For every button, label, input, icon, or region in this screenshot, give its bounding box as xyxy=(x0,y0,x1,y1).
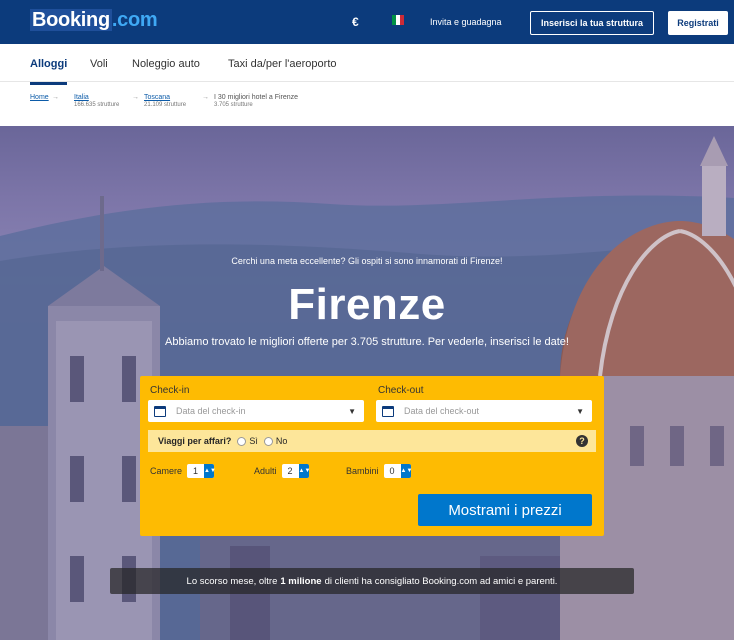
breadcrumb-separator: → xyxy=(132,94,139,101)
children-select[interactable]: 0 ▲▼ xyxy=(383,464,412,478)
tab-car-rental[interactable]: Noleggio auto xyxy=(132,58,200,70)
business-travel-row: Viaggi per affari? Sì No ? xyxy=(148,430,596,452)
business-yes-radio[interactable] xyxy=(237,436,247,446)
checkin-label: Check-in xyxy=(150,385,190,396)
tab-airport-taxi[interactable]: Taxi da/per l'aeroporto xyxy=(228,58,337,70)
hero-subtitle: Abbiamo trovato le migliori offerte per … xyxy=(165,336,569,348)
invite-link[interactable]: Invita e guadagna xyxy=(430,17,502,27)
breadcrumb-separator: → xyxy=(202,94,209,101)
logo-text-suffix: .com xyxy=(111,9,158,31)
rooms-label: Camere xyxy=(150,466,183,476)
calendar-icon xyxy=(382,405,394,417)
breadcrumb-home-label[interactable]: Home xyxy=(30,94,49,101)
children-value: 0 xyxy=(389,466,395,476)
breadcrumb-italia-label[interactable]: Italia xyxy=(74,94,89,101)
adults-select[interactable]: 2 ▲▼ xyxy=(281,464,310,478)
breadcrumb-toscana-count: 21.109 strutture xyxy=(144,102,187,108)
rooms-counter: Camere 1 ▲▼ xyxy=(150,464,216,478)
business-no-radio[interactable] xyxy=(263,436,273,446)
breadcrumb-item-current: I 30 migliori hotel a Firenze 3.705 stru… xyxy=(214,94,298,108)
top-header: Booking .com € Invita e guadagna Inserisc… xyxy=(0,0,734,44)
business-yes-label[interactable]: Sì xyxy=(249,436,258,446)
children-label: Bambini xyxy=(346,466,379,476)
children-counter: Bambini 0 ▲▼ xyxy=(346,464,412,478)
help-icon[interactable]: ? xyxy=(576,435,588,447)
breadcrumb-toscana-label[interactable]: Toscana xyxy=(144,94,170,101)
flag-stripe-red xyxy=(400,15,404,25)
business-no-label[interactable]: No xyxy=(276,436,288,446)
language-flag-icon[interactable] xyxy=(392,15,404,25)
hero-city-title: Firenze xyxy=(288,280,446,329)
hero-banner: Cerchi una meta eccellente? Gli ospiti s… xyxy=(0,126,734,640)
currency-selector[interactable]: € xyxy=(352,15,359,29)
rooms-select[interactable]: 1 ▲▼ xyxy=(187,464,216,478)
product-nav: Alloggi Voli Noleggio auto Taxi da/per l… xyxy=(0,44,734,85)
chevron-down-icon: ▼ xyxy=(576,406,584,416)
calendar-icon xyxy=(154,405,166,417)
tab-stays[interactable]: Alloggi xyxy=(30,58,68,85)
breadcrumb-item-toscana[interactable]: Toscana 21.109 strutture xyxy=(144,94,186,108)
chevron-down-icon: ▼ xyxy=(348,406,356,416)
social-proof-text-before: Lo scorso mese, oltre xyxy=(186,575,278,587)
stepper-arrows-icon: ▲▼ xyxy=(204,464,216,478)
stepper-arrows-icon: ▲▼ xyxy=(400,464,412,478)
breadcrumb-separator: → xyxy=(52,94,59,101)
social-proof-highlight: 1 milione xyxy=(280,575,322,587)
stepper-arrows-icon: ▲▼ xyxy=(298,464,310,478)
checkout-placeholder: Data del check-out xyxy=(404,406,480,416)
social-proof-text-after: di clienti ha consigliato Booking.com ad… xyxy=(324,575,558,587)
social-proof-banner: Lo scorso mese, oltre 1 milione di clien… xyxy=(110,568,634,594)
breadcrumb-current-label: I 30 migliori hotel a Firenze xyxy=(214,94,299,101)
hero-tagline: Cerchi una meta eccellente? Gli ospiti s… xyxy=(231,256,503,266)
breadcrumb-item-home[interactable]: Home xyxy=(30,94,49,101)
booking-logo[interactable]: Booking .com xyxy=(30,9,158,32)
logo-text-main: Booking xyxy=(30,9,112,31)
checkin-date-field[interactable]: Data del check-in ▼ xyxy=(148,400,364,422)
register-button[interactable]: Registrati xyxy=(668,11,728,35)
tab-flights[interactable]: Voli xyxy=(90,58,108,70)
checkout-label: Check-out xyxy=(378,385,424,396)
checkin-placeholder: Data del check-in xyxy=(176,406,246,416)
search-panel: Check-in Data del check-in ▼ Check-out D… xyxy=(140,376,604,536)
show-prices-button[interactable]: Mostrami i prezzi xyxy=(418,494,592,526)
list-property-button[interactable]: Inserisci la tua struttura xyxy=(530,11,654,35)
adults-counter: Adulti 2 ▲▼ xyxy=(254,464,310,478)
breadcrumb-current-count: 3.705 strutture xyxy=(214,102,253,108)
rooms-value: 1 xyxy=(193,466,199,476)
business-travel-question: Viaggi per affari? xyxy=(158,436,232,446)
breadcrumb-item-italia[interactable]: Italia 166.635 strutture xyxy=(74,94,119,108)
breadcrumb-italia-count: 166.635 strutture xyxy=(74,102,120,108)
adults-value: 2 xyxy=(287,466,293,476)
adults-label: Adulti xyxy=(254,466,277,476)
checkout-date-field[interactable]: Data del check-out ▼ xyxy=(376,400,592,422)
